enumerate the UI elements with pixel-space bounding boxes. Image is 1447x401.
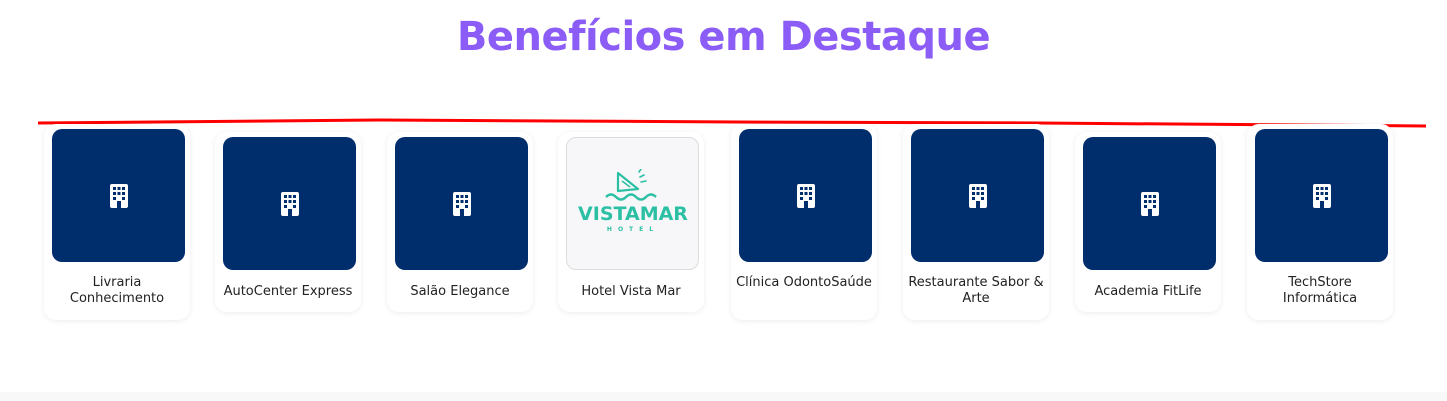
partner-card-autocenter[interactable]: AutoCenter Express <box>215 132 361 312</box>
building-icon <box>109 183 128 208</box>
partner-thumbnail <box>223 137 356 270</box>
partner-name: Academia FitLife <box>1094 284 1202 299</box>
partner-name: Clínica OdontoSaúde <box>736 275 872 290</box>
partner-name: Livraria Conhecimento <box>69 275 165 306</box>
partner-logo: VISTAMAR HOTEL <box>566 137 699 270</box>
partner-name: Salão Elegance <box>410 284 510 299</box>
partner-card-hotel-vista-mar[interactable]: VISTAMAR HOTEL Hotel Vista Mar <box>558 132 704 312</box>
partner-name: TechStore Informática <box>1282 275 1358 306</box>
partner-card-clinica[interactable]: Clínica OdontoSaúde <box>731 124 877 320</box>
partner-card-techstore[interactable]: TechStore Informática <box>1247 124 1393 320</box>
partner-thumbnail <box>52 129 185 262</box>
partner-name: AutoCenter Express <box>223 284 353 299</box>
svg-text:HOTEL: HOTEL <box>606 226 658 233</box>
partner-thumbnail <box>395 137 528 270</box>
building-icon <box>1140 191 1159 216</box>
svg-text:VISTAMAR: VISTAMAR <box>578 203 688 225</box>
partner-name: Hotel Vista Mar <box>581 284 681 299</box>
building-icon <box>280 191 299 216</box>
building-icon <box>1312 183 1331 208</box>
partner-card-restaurante[interactable]: Restaurante Sabor & Arte <box>903 124 1049 320</box>
vistamar-logo: VISTAMAR HOTEL <box>578 168 688 233</box>
section-title: Benefícios em Destaque <box>456 14 991 60</box>
building-icon <box>796 183 815 208</box>
building-icon <box>968 183 987 208</box>
partner-card-salao[interactable]: Salão Elegance <box>387 132 533 312</box>
partner-thumbnail <box>1255 129 1388 262</box>
partner-card-livraria[interactable]: Livraria Conhecimento <box>44 124 190 320</box>
partner-thumbnail <box>911 129 1044 262</box>
partner-card-academia[interactable]: Academia FitLife <box>1075 132 1221 312</box>
building-icon <box>452 191 471 216</box>
footer-strip <box>0 392 1447 401</box>
partner-thumbnail <box>739 129 872 262</box>
partner-name: Restaurante Sabor & Arte <box>908 275 1044 306</box>
partner-thumbnail <box>1083 137 1216 270</box>
